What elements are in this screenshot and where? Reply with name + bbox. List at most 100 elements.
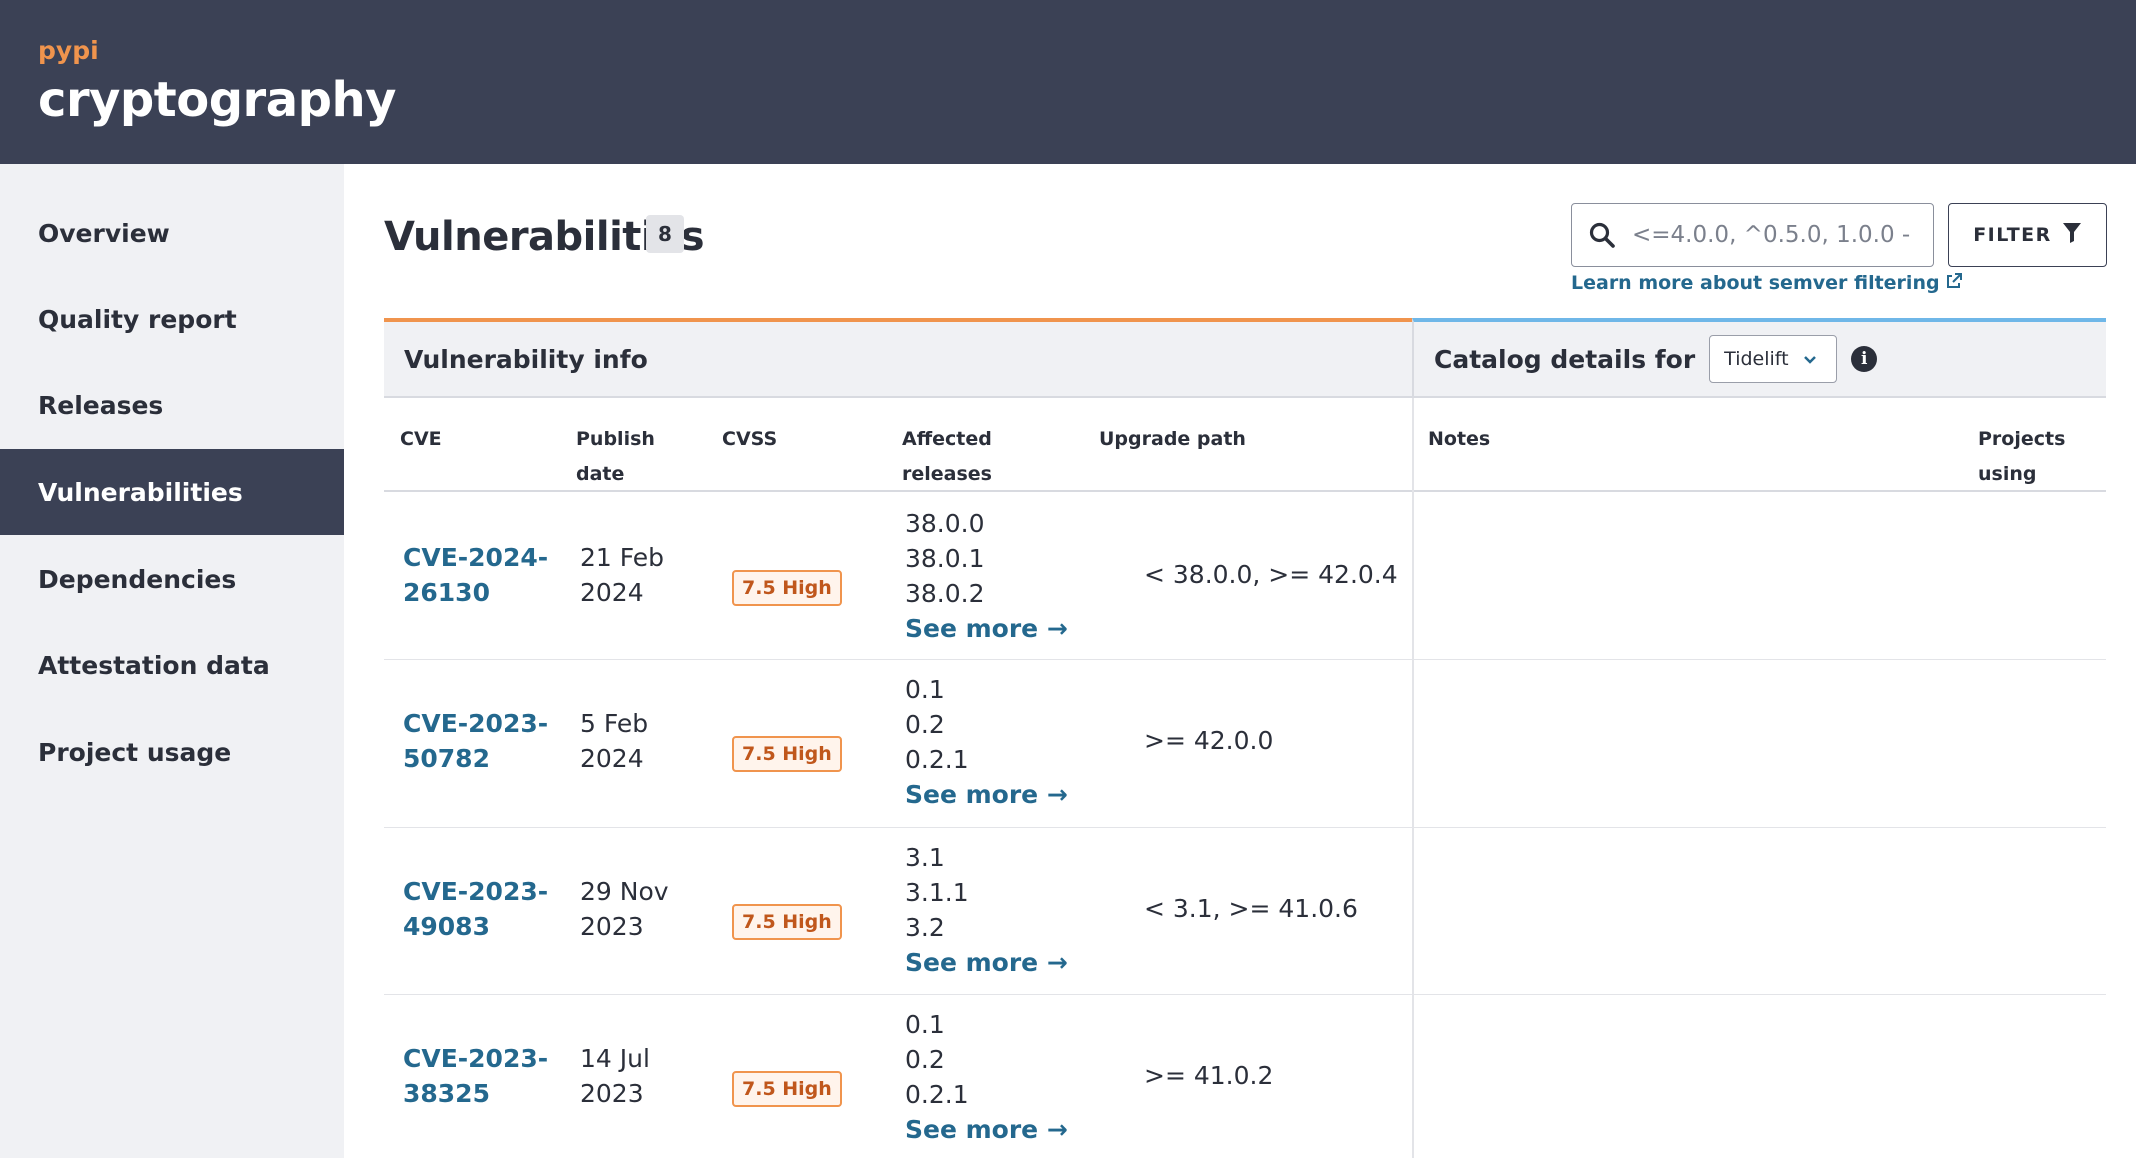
semver-search[interactable] (1571, 203, 1934, 267)
cve-id-part-1: CVE-2023- (403, 1044, 549, 1073)
vulnerability-info-header: Vulnerability info (384, 318, 1412, 398)
affected-release: 38.0.1 (905, 544, 985, 573)
column-header-affected-releases[interactable]: Affected releases (902, 422, 992, 492)
catalog-details-header: Catalog details for Tidelift i (1412, 318, 2106, 398)
column-header-notes[interactable]: Notes (1428, 422, 1490, 457)
cve-id-part-1: CVE-2024- (403, 543, 549, 572)
sidebar-item-vulnerabilities[interactable]: Vulnerabilities (0, 449, 344, 535)
cvss-badge: 7.5 High (732, 570, 842, 606)
sidebar-item-quality-report[interactable]: Quality report (0, 276, 344, 362)
see-more-link[interactable]: See more → (905, 945, 1068, 980)
affected-releases: 38.0.0 38.0.1 38.0.2 See more → (905, 506, 1068, 646)
semver-filtering-link[interactable]: Learn more about semver filtering (1571, 272, 1962, 294)
publish-date-line-2: date (576, 463, 625, 485)
cvss-badge: 7.5 High (732, 1071, 842, 1107)
cve-id-part-1: CVE-2023- (403, 709, 549, 738)
main-content: Vulnerabilities 8 FILTER Learn more abou… (344, 164, 2136, 1158)
sidebar-item-overview[interactable]: Overview (0, 190, 344, 276)
sidebar-item-project-usage[interactable]: Project usage (0, 709, 344, 795)
column-headers: CVE Publish date CVSS Affected releases Up… (384, 398, 2106, 492)
catalog-select[interactable]: Tidelift (1709, 335, 1838, 383)
chevron-down-icon (1803, 348, 1817, 370)
cve-id-part-2: 38325 (403, 1079, 490, 1108)
cve-id-part-2: 49083 (403, 912, 490, 941)
see-more-link[interactable]: See more → (905, 777, 1068, 812)
info-icon[interactable]: i (1851, 346, 1878, 372)
sidebar-item-dependencies[interactable]: Dependencies (0, 536, 344, 622)
funnel-icon (2062, 222, 2082, 249)
publish-date-day: 5 Feb (580, 709, 649, 738)
cve-link[interactable]: CVE-2023- 38325 (403, 1041, 553, 1111)
sidebar-item-attestation-data[interactable]: Attestation data (0, 622, 344, 708)
affected-line-2: releases (902, 463, 992, 485)
cve-link[interactable]: CVE-2023- 50782 (403, 706, 553, 776)
affected-release: 0.2.1 (905, 1080, 969, 1109)
ecosystem-label: pypi (38, 36, 99, 65)
publish-date-line-1: Publish (576, 428, 655, 450)
cve-link[interactable]: CVE-2023- 49083 (403, 874, 553, 944)
upgrade-path: < 3.1, >= 41.0.6 (1144, 894, 1358, 923)
package-name: cryptography (38, 72, 396, 128)
cve-id-part-1: CVE-2023- (403, 877, 549, 906)
cvss-badge: 7.5 High (732, 736, 842, 772)
vulnerability-count-badge: 8 (646, 215, 684, 253)
affected-release: 0.1 (905, 1010, 945, 1039)
upgrade-path: >= 42.0.0 (1144, 726, 1274, 755)
see-more-link[interactable]: See more → (905, 1112, 1068, 1147)
affected-release: 3.2 (905, 913, 945, 942)
affected-release: 0.2 (905, 1045, 945, 1074)
catalog-details-label: Catalog details for (1434, 344, 1696, 374)
publish-date-day: 29 Nov (580, 877, 669, 906)
sidebar: Overview Quality report Releases Vulnera… (0, 164, 344, 1158)
column-header-cve[interactable]: CVE (400, 422, 442, 457)
publish-date: 29 Nov 2023 (580, 874, 700, 944)
publish-date-day: 21 Feb (580, 543, 665, 572)
affected-releases: 0.1 0.2 0.2.1 See more → (905, 1007, 1068, 1147)
top-header: pypi cryptography (0, 0, 2136, 164)
upgrade-path: < 38.0.0, >= 42.0.4 (1144, 560, 1398, 589)
external-link-icon (1946, 272, 1962, 294)
table-row: CVE-2023- 38325 14 Jul 2023 7.5 High 0.1 0… (384, 995, 2106, 1158)
cve-id-part-2: 26130 (403, 578, 490, 607)
table-row: CVE-2023- 50782 5 Feb 2024 7.5 High 0.1 0.… (384, 660, 2106, 828)
publish-date-day: 14 Jul (580, 1044, 650, 1073)
affected-release: 3.1.1 (905, 878, 969, 907)
sidebar-item-releases[interactable]: Releases (0, 362, 344, 448)
cve-id-part-2: 50782 (403, 744, 490, 773)
filter-button-label: FILTER (1973, 224, 2052, 246)
publish-date: 14 Jul 2023 (580, 1041, 700, 1111)
affected-release: 0.1 (905, 675, 945, 704)
table-row: CVE-2024- 26130 21 Feb 2024 7.5 High 38.0.… (384, 492, 2106, 660)
publish-date-year: 2023 (580, 912, 644, 941)
vulnerability-info-label: Vulnerability info (404, 344, 648, 374)
affected-release: 38.0.0 (905, 509, 985, 538)
table-row: CVE-2023- 49083 29 Nov 2023 7.5 High 3.1 3… (384, 827, 2106, 995)
catalog-select-value: Tidelift (1724, 348, 1789, 370)
affected-release: 3.1 (905, 843, 945, 872)
affected-line-1: Affected (902, 428, 992, 450)
projects-line-1: Projects (1978, 428, 2066, 450)
publish-date-year: 2024 (580, 578, 644, 607)
column-header-projects-using[interactable]: Projects using (1978, 422, 2065, 492)
upgrade-path: >= 41.0.2 (1144, 1061, 1274, 1090)
affected-release: 0.2.1 (905, 745, 969, 774)
column-header-upgrade-path[interactable]: Upgrade path (1099, 422, 1246, 457)
column-header-publish-date[interactable]: Publish date (576, 422, 655, 492)
affected-release: 38.0.2 (905, 579, 985, 608)
search-icon (1572, 204, 1632, 266)
filter-button[interactable]: FILTER (1948, 203, 2107, 267)
semver-search-input[interactable] (1632, 222, 1922, 248)
cvss-badge: 7.5 High (732, 904, 842, 940)
affected-releases: 0.1 0.2 0.2.1 See more → (905, 672, 1068, 812)
publish-date-year: 2024 (580, 744, 644, 773)
semver-filtering-link-label: Learn more about semver filtering (1571, 272, 1940, 294)
publish-date: 21 Feb 2024 (580, 540, 700, 610)
see-more-link[interactable]: See more → (905, 611, 1068, 646)
publish-date: 5 Feb 2024 (580, 706, 700, 776)
publish-date-year: 2023 (580, 1079, 644, 1108)
cve-link[interactable]: CVE-2024- 26130 (403, 540, 553, 610)
affected-releases: 3.1 3.1.1 3.2 See more → (905, 840, 1068, 980)
affected-release: 0.2 (905, 710, 945, 739)
projects-line-2: using (1978, 463, 2037, 485)
column-header-cvss[interactable]: CVSS (722, 422, 777, 457)
